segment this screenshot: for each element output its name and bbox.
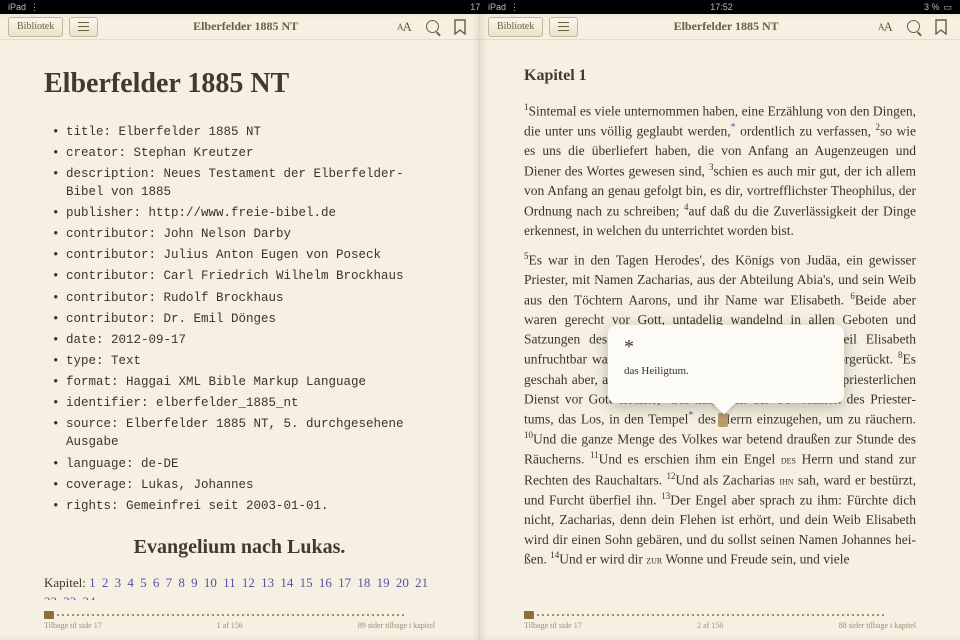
toc-button[interactable]	[69, 17, 98, 37]
metadata-list: title: Elberfelder 1885 NT creator: Steph…	[52, 123, 435, 515]
chapter-link[interactable]: 9	[191, 575, 198, 590]
search-button[interactable]	[902, 17, 924, 37]
chapter-link[interactable]: 12	[242, 575, 255, 590]
chapter-link[interactable]: 19	[377, 575, 390, 590]
toc-icon	[558, 22, 569, 31]
page-left: Bibliotek Elberfelder 1885 NT AA Elberfe…	[0, 14, 480, 640]
search-button[interactable]	[421, 17, 443, 37]
bookmark-button[interactable]	[930, 17, 952, 37]
book-title: Elberfelder 1885 NT	[674, 19, 779, 34]
chapter-link[interactable]: 16	[319, 575, 332, 590]
page-content-left: Elberfelder 1885 NT title: Elberfelder 1…	[0, 40, 479, 600]
chapter-index: Kapitel: 1 2 3 4 5 6 7 8 9 10 11 12 13 1…	[44, 574, 435, 600]
metadata-item: type: Text	[52, 352, 435, 370]
book-heading: Elberfelder 1885 NT	[44, 64, 435, 105]
chapter-link[interactable]: 8	[178, 575, 185, 590]
metadata-item: contributor: Julius Anton Eugen von Pose…	[52, 246, 435, 264]
toc-button[interactable]	[549, 17, 578, 37]
metadata-item: contributor: Rudolf Brockhaus	[52, 289, 435, 307]
device-name: iPad	[488, 2, 506, 12]
page-content-right: Kapitel 1 1Sintemal es viele unternommen…	[480, 40, 960, 600]
verse-paragraph-1: 1Sintemal es viele unternommen haben, ei…	[524, 101, 916, 240]
chapter-link[interactable]: 1	[89, 575, 96, 590]
progress-dots[interactable]	[44, 611, 435, 619]
footnote-text: das Heiligtum.	[624, 365, 828, 377]
metadata-item: contributor: John Nelson Darby	[52, 225, 435, 243]
chapter-link[interactable]: 3	[115, 575, 122, 590]
metadata-item: publisher: http://www.freie-bibel.de	[52, 204, 435, 222]
footnote-anchor[interactable]	[718, 413, 728, 427]
chapter-link[interactable]: 14	[280, 575, 293, 590]
footer-pos: 1 af 156	[217, 621, 243, 630]
chapter-link[interactable]: 11	[223, 575, 236, 590]
metadata-item: format: Haggai XML Bible Markup Language	[52, 373, 435, 391]
chapter-link[interactable]: 5	[140, 575, 147, 590]
toolbar-right: Bibliotek Elberfelder 1885 NT AA	[480, 14, 960, 40]
footer-remain: 89 sider tilbage i kapitel	[358, 621, 435, 630]
chapter-link[interactable]: 13	[261, 575, 274, 590]
font-size-button[interactable]: AA	[393, 17, 415, 37]
wifi-icon: ⋮	[510, 2, 519, 13]
chapter-link[interactable]: 21	[415, 575, 428, 590]
search-icon	[907, 20, 920, 33]
font-size-button[interactable]: AA	[874, 17, 896, 37]
metadata-item: language: de-DE	[52, 455, 435, 473]
status-time-right: 17:52	[710, 2, 733, 12]
gospel-heading: Evangelium nach Lukas.	[44, 533, 435, 562]
status-bar-right: iPad ⋮ 17:52 3 % ▭	[480, 0, 960, 14]
chapter-link[interactable]: 6	[153, 575, 160, 590]
metadata-item: identifier: elberfelder_1885_nt	[52, 394, 435, 412]
chapter-link[interactable]: 2	[102, 575, 109, 590]
progress-dots[interactable]	[524, 611, 916, 619]
chapter-link[interactable]: 4	[127, 575, 134, 590]
metadata-item: source: Elberfelder 1885 NT, 5. durchges…	[52, 415, 435, 451]
chapter-link[interactable]: 18	[357, 575, 370, 590]
search-icon	[426, 20, 439, 33]
metadata-item: contributor: Dr. Emil Dönges	[52, 310, 435, 328]
chapter-heading: Kapitel 1	[524, 64, 916, 87]
footer-pos: 2 af 156	[697, 621, 723, 630]
footer-back[interactable]: Tilbage til side 17	[524, 621, 582, 630]
chapter-link[interactable]: 20	[396, 575, 409, 590]
footer-remain: 88 sider tilbage i kapitel	[839, 621, 916, 630]
kapitel-label: Kapitel:	[44, 575, 86, 590]
chapter-link[interactable]: 17	[338, 575, 351, 590]
metadata-item: coverage: Lukas, Johannes	[52, 476, 435, 494]
metadata-item: creator: Stephan Kreutzer	[52, 144, 435, 162]
footnote-popover[interactable]: * das Heiligtum.	[608, 325, 844, 403]
wifi-icon: ⋮	[30, 2, 39, 13]
chapter-link[interactable]: 15	[300, 575, 313, 590]
device-name: iPad	[8, 2, 26, 12]
metadata-item: description: Neues Testament der Elberfe…	[52, 165, 435, 201]
bookmark-icon	[935, 19, 947, 35]
metadata-item: date: 2012-09-17	[52, 331, 435, 349]
bookmark-button[interactable]	[449, 17, 471, 37]
toc-icon	[78, 22, 89, 31]
metadata-item: title: Elberfelder 1885 NT	[52, 123, 435, 141]
toolbar-left: Bibliotek Elberfelder 1885 NT AA	[0, 14, 479, 40]
library-button[interactable]: Bibliotek	[488, 17, 543, 37]
chapter-link[interactable]: 7	[166, 575, 173, 590]
chapter-link[interactable]: 10	[204, 575, 217, 590]
metadata-item: rights: Gemeinfrei seit 2003-01-01.	[52, 497, 435, 515]
footer-right: Tilbage til side 17 2 af 156 88 sider ti…	[480, 600, 960, 640]
footer-left: Tilbage til side 17 1 af 156 89 sider ti…	[0, 600, 479, 640]
bookmark-icon	[454, 19, 466, 35]
footnote-marker: *	[624, 337, 828, 357]
library-button[interactable]: Bibliotek	[8, 17, 63, 37]
footer-back[interactable]: Tilbage til side 17	[44, 621, 102, 630]
battery-icon: ▭	[943, 2, 952, 13]
battery-pct: 3 %	[924, 2, 940, 12]
book-title: Elberfelder 1885 NT	[193, 19, 298, 34]
metadata-item: contributor: Carl Friedrich Wilhelm Broc…	[52, 267, 435, 285]
